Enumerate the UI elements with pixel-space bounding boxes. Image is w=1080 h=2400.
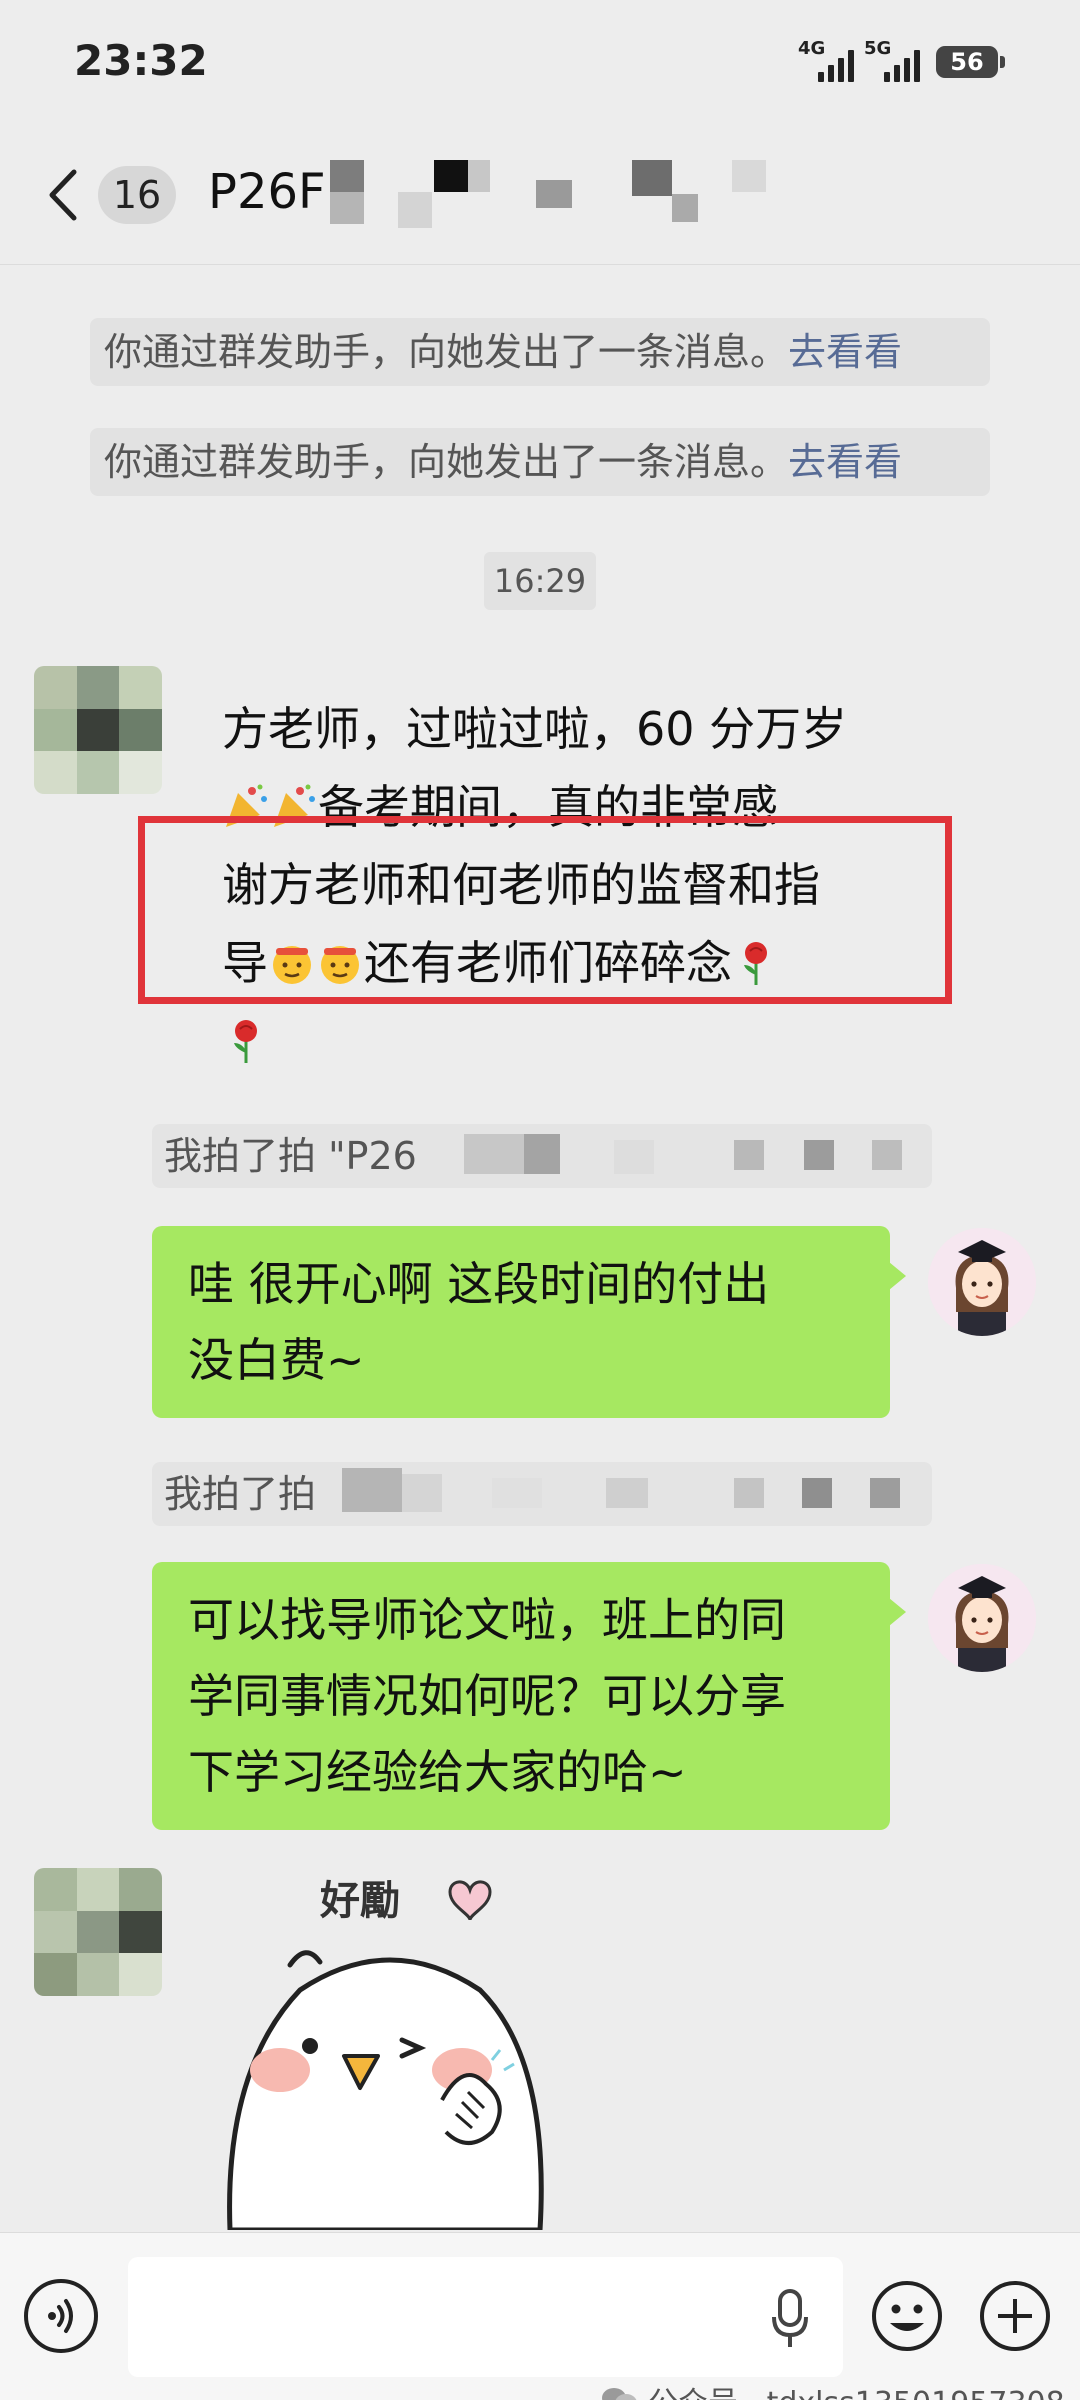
pat-notice-text: 我拍了拍 "P26 (164, 1134, 417, 1178)
red-highlight-box (138, 816, 952, 1004)
microphone-icon[interactable] (770, 2289, 810, 2349)
message-line: 下学习经验给大家的哈~ (188, 1745, 687, 1799)
watermark-text: 公众号 · tdxlss13501957308 (648, 2378, 1065, 2400)
outgoing-message-bubble[interactable]: 可以找导师论文啦，班上的同 学同事情况如何呢？可以分享 下学习经验给大家的哈~ (152, 1562, 906, 1830)
emoji-icon[interactable] (870, 2279, 944, 2353)
watermark: 公众号 · tdxlss13501957308 (600, 2378, 1065, 2400)
view-link[interactable]: 去看看 (788, 330, 902, 374)
my-avatar[interactable] (928, 1564, 1036, 1672)
pat-notice: 我拍了拍 "P26 (152, 1124, 932, 1188)
message-line: 可以找导师论文啦，班上的同 (188, 1593, 786, 1647)
message-line-5 (222, 1002, 942, 1080)
wechat-logo-icon (602, 2388, 637, 2400)
battery-level: 56 (950, 48, 984, 76)
status-bar: 23:32 4G 5G 56 (0, 0, 1080, 120)
sticker-caption: 好勵 (319, 1878, 400, 1924)
system-notice: 你通过群发助手，向她发出了一条消息。去看看 (90, 428, 990, 496)
chat-title[interactable]: P26F (208, 164, 326, 220)
outgoing-message-bubble[interactable]: 哇 很开心啊 这段时间的付出 没白费~ (152, 1226, 906, 1418)
chevron-left-icon (49, 169, 77, 221)
rose-emoji-icon (234, 1020, 257, 1063)
message-line: 哇 很开心啊 这段时间的付出 (188, 1257, 770, 1311)
pat-notice-text: 我拍了拍 (164, 1472, 317, 1516)
contact-avatar[interactable] (34, 1868, 162, 1996)
redaction-mosaic (342, 1468, 922, 1518)
system-notice: 你通过群发助手，向她发出了一条消息。去看看 (90, 318, 990, 386)
redaction-mosaic (330, 160, 770, 240)
status-time: 23:32 (74, 36, 208, 85)
redaction-mosaic (464, 1134, 924, 1178)
pat-notice: 我拍了拍 (152, 1462, 932, 1526)
system-notice-text: 你通过群发助手，向她发出了一条消息。 (104, 330, 789, 374)
graduate-avatar-icon (928, 1564, 1036, 1672)
voice-icon (48, 2299, 73, 2333)
voice-toggle-button[interactable] (24, 2279, 98, 2353)
chat-header: 16 P26F (0, 120, 1080, 265)
plus-icon[interactable] (978, 2279, 1052, 2353)
battery-icon: 56 (936, 46, 1005, 78)
contact-avatar[interactable] (34, 666, 162, 794)
back-button[interactable] (40, 160, 90, 230)
input-bar (0, 2232, 1080, 2400)
message-line: 方老师，过啦过啦，60 分万岁 (222, 702, 848, 756)
message-timestamp: 16:29 (484, 552, 596, 610)
bird-sticker-image: 好勵 (227, 1878, 544, 2233)
unread-count-badge[interactable]: 16 (98, 166, 176, 224)
bird-sticker[interactable]: 好勵 (210, 1870, 590, 2233)
graduate-avatar-icon (928, 1228, 1036, 1336)
message-line: 没白费~ (188, 1333, 365, 1387)
system-notice-text: 你通过群发助手，向她发出了一条消息。 (104, 440, 789, 484)
message-input[interactable] (128, 2257, 843, 2377)
my-avatar[interactable] (928, 1228, 1036, 1336)
view-link[interactable]: 去看看 (788, 440, 902, 484)
message-line: 学同事情况如何呢？可以分享 (188, 1669, 786, 1723)
